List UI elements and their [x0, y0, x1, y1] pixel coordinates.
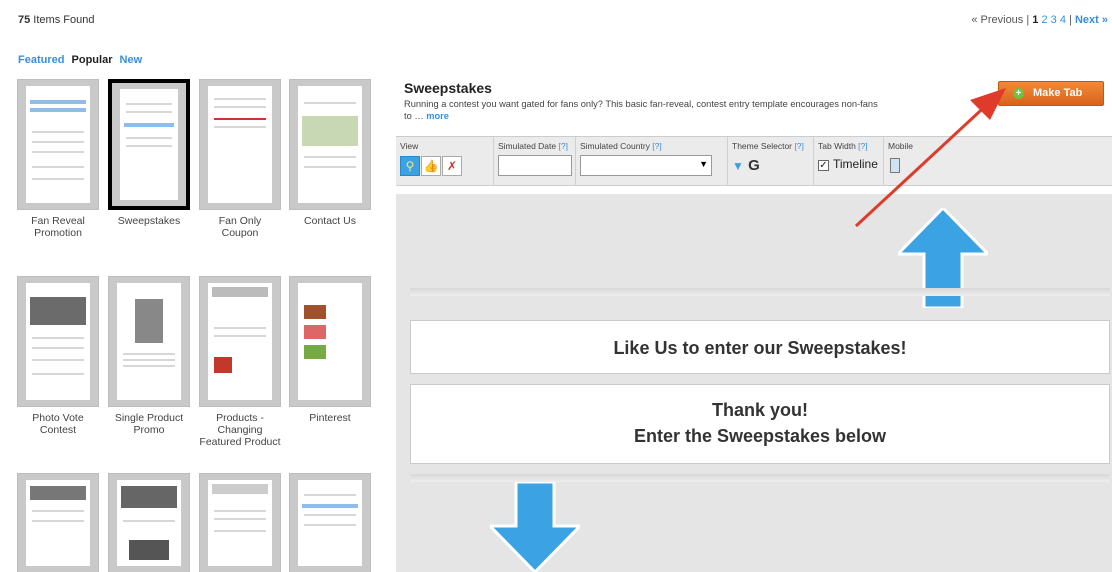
template-thumb-single-product[interactable]	[108, 276, 190, 407]
template-label: Single Product Promo	[114, 412, 184, 436]
filter-featured[interactable]: Featured	[18, 54, 64, 66]
sim-date-input[interactable]	[498, 155, 572, 176]
sim-country-label: Simulated Country [?]	[580, 141, 662, 151]
groove-divider	[410, 288, 1110, 296]
page-1-link[interactable]: 1	[1032, 14, 1038, 26]
template-detail: Sweepstakes Running a contest you want g…	[396, 78, 1112, 572]
template-label: Sweepstakes	[117, 215, 181, 227]
template-thumb-sweepstakes[interactable]	[108, 79, 190, 210]
thank-you-line: Thank you!	[711, 400, 808, 420]
mobile-icon[interactable]	[890, 158, 900, 173]
make-tab-button[interactable]: + Make Tab	[998, 81, 1104, 106]
results-bar: 75 Items Found « Previous | 1 2 3 4 | Ne…	[18, 14, 1108, 34]
preview-area: Like Us to enter our Sweepstakes! Thank …	[396, 194, 1112, 572]
arrow-down-icon	[490, 482, 580, 572]
view-group: View ⚲ 👍 ✗	[396, 137, 494, 186]
pager-separator: |	[1026, 14, 1030, 26]
page-4-link[interactable]: 4	[1060, 14, 1066, 26]
template-title: Sweepstakes	[404, 80, 492, 96]
tab-width-group: Tab Width [?] ✓ Timeline	[814, 137, 884, 186]
timeline-checkbox[interactable]: ✓ Timeline	[818, 157, 879, 171]
more-link[interactable]: more	[426, 111, 449, 121]
filter-new[interactable]: New	[120, 54, 143, 66]
like-us-banner: Like Us to enter our Sweepstakes!	[410, 320, 1110, 374]
theme-group: Theme Selector [?] ▼ G	[728, 137, 814, 186]
theme-selector[interactable]: ▼ G	[732, 157, 809, 174]
app-root: 75 Items Found « Previous | 1 2 3 4 | Ne…	[0, 0, 1112, 572]
key-icon[interactable]: ⚲	[400, 156, 420, 176]
theme-label: Theme Selector [?]	[732, 141, 804, 151]
template-label: Contact Us	[304, 215, 356, 227]
template-thumb-photo-vote[interactable]	[17, 276, 99, 407]
template-thumb-9[interactable]	[17, 473, 99, 572]
template-thumb-fan-reveal[interactable]	[17, 79, 99, 210]
pagination: « Previous | 1 2 3 4 | Next »	[971, 14, 1108, 26]
template-thumb-10[interactable]	[108, 473, 190, 572]
plus-icon: +	[1013, 88, 1024, 99]
items-count: 75 Items Found	[18, 14, 95, 26]
thank-you-banner: Thank you! Enter the Sweepstakes below	[410, 384, 1110, 464]
template-description: Running a contest you want gated for fan…	[404, 99, 878, 121]
sim-date-label: Simulated Date [?]	[498, 141, 568, 151]
no-like-icon[interactable]: ✗	[442, 156, 462, 176]
thumbs-up-icon[interactable]: 👍	[421, 156, 441, 176]
select-arrow-icon: ▼	[699, 159, 708, 169]
previous-link[interactable]: « Previous	[971, 14, 1023, 26]
page-3-link[interactable]: 3	[1051, 14, 1057, 26]
template-thumb-12[interactable]	[289, 473, 371, 572]
pager-separator-2: |	[1069, 14, 1072, 26]
template-label: Fan Only Coupon	[218, 215, 262, 239]
template-thumb-contact-us[interactable]	[289, 79, 371, 210]
template-thumb-pinterest[interactable]	[289, 276, 371, 407]
triangle-down-icon: ▼	[732, 159, 744, 173]
filter-tabs: Featured Popular New	[18, 54, 146, 66]
filter-popular[interactable]: Popular	[72, 54, 113, 66]
template-label: Pinterest	[309, 412, 351, 424]
sim-country-select[interactable]: ▼	[580, 155, 712, 176]
next-link[interactable]: Next »	[1075, 14, 1108, 26]
sim-date-group: Simulated Date [?]	[494, 137, 576, 186]
enter-line: Enter the Sweepstakes below	[633, 426, 887, 446]
template-label: Photo Vote Contest	[32, 412, 84, 436]
sim-country-group: Simulated Country [?] ▼	[576, 137, 728, 186]
template-thumb-fan-only-coupon[interactable]	[199, 79, 281, 210]
mobile-label: Mobile	[888, 141, 914, 151]
checkmark-icon: ✓	[818, 160, 829, 171]
template-thumb-11[interactable]	[199, 473, 281, 572]
mobile-group: Mobile	[884, 137, 920, 186]
view-label: View	[400, 141, 419, 151]
preview-toolbar: View ⚲ 👍 ✗ Simulated Date [?] Simulated Co…	[396, 136, 1112, 186]
groove-divider-2	[410, 474, 1110, 482]
tab-width-label: Tab Width [?]	[818, 141, 868, 151]
page-2-link[interactable]: 2	[1041, 14, 1047, 26]
template-label: Fan Reveal Promotion	[31, 215, 85, 239]
template-thumb-products-changing[interactable]	[199, 276, 281, 407]
template-label: Products - Changing Featured Product	[199, 412, 281, 448]
